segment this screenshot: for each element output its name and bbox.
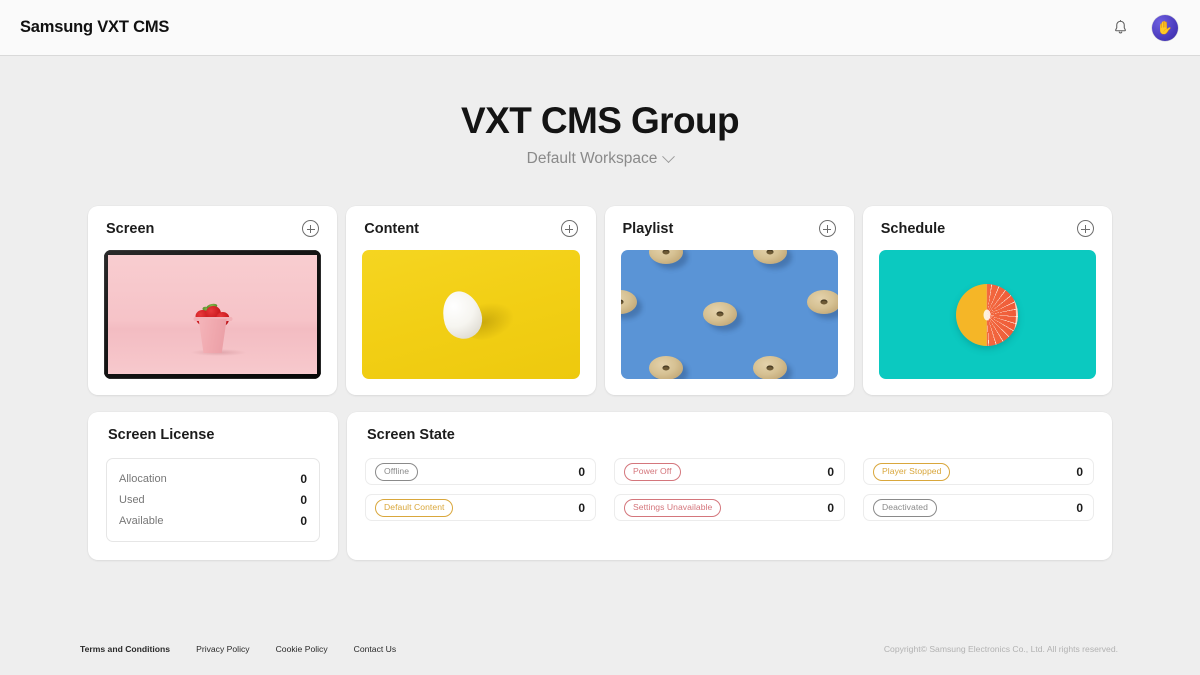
header-actions: ✋	[1108, 14, 1178, 41]
user-avatar[interactable]: ✋	[1152, 14, 1178, 41]
donut	[648, 250, 683, 265]
card-playlist-header: Playlist	[621, 220, 838, 238]
card-screen-thumbnail	[104, 250, 322, 380]
card-content[interactable]: Content	[346, 206, 596, 396]
card-screen-header: Screen	[104, 220, 321, 238]
state-count-player-stopped: 0	[1076, 464, 1083, 479]
panel-screen-license: Screen License Allocation 0 Used 0 Avail…	[88, 412, 338, 561]
screen-state-grid: Offline 0 Power Off 0 Player Stopped 0 D…	[365, 458, 1094, 522]
footer-link-contact[interactable]: Contact Us	[354, 644, 397, 654]
license-label: Allocation	[119, 472, 167, 485]
state-count-settings-unavailable: 0	[827, 500, 834, 515]
tv-screen-image	[108, 255, 318, 375]
card-playlist-title: Playlist	[622, 220, 674, 237]
donut	[752, 356, 787, 380]
card-screen-title: Screen	[106, 220, 155, 237]
pink-pail	[198, 319, 227, 354]
state-count-offline: 0	[578, 464, 585, 479]
chevron-down-icon	[662, 150, 676, 163]
bell-icon	[1114, 19, 1126, 34]
tv-frame	[104, 250, 322, 380]
state-count-default-content: 0	[578, 500, 585, 515]
license-row-allocation: Allocation 0	[119, 468, 307, 489]
avatar-emoji: ✋	[1156, 20, 1174, 35]
card-playlist[interactable]: Playlist	[604, 206, 854, 396]
app-header: Samsung VXT CMS ✋	[0, 0, 1200, 56]
teal-background	[878, 250, 1096, 380]
state-cell-power-off[interactable]: Power Off 0	[614, 458, 845, 486]
workspace-name: Default Workspace	[526, 150, 658, 168]
add-screen-button[interactable]	[302, 220, 320, 238]
panel-screen-state: Screen State Offline 0 Power Off 0 Playe…	[347, 412, 1112, 561]
state-count-deactivated: 0	[1076, 500, 1083, 515]
workspace-selector[interactable]: Default Workspace	[526, 150, 676, 168]
page-footer: Terms and Conditions Privacy Policy Cook…	[0, 623, 1200, 675]
footer-copyright: Copyright© Samsung Electronics Co., Ltd.…	[883, 644, 1118, 654]
blue-background	[620, 250, 838, 380]
license-value: 0	[300, 513, 307, 528]
card-screen[interactable]: Screen	[88, 206, 338, 396]
state-cell-offline[interactable]: Offline 0	[365, 458, 596, 486]
card-playlist-thumbnail	[620, 250, 838, 380]
screen-state-title: Screen State	[367, 427, 455, 444]
grapefruit-half	[956, 283, 1019, 346]
card-schedule-thumbnail	[878, 250, 1096, 380]
card-schedule-title: Schedule	[880, 220, 946, 237]
state-count-power-off: 0	[827, 464, 834, 479]
card-content-thumbnail	[362, 250, 580, 380]
add-content-button[interactable]	[560, 220, 578, 238]
status-badge-offline: Offline	[375, 462, 419, 481]
notification-bell-button[interactable]	[1108, 16, 1132, 40]
license-value: 0	[300, 492, 307, 507]
status-badge-deactivated: Deactivated	[873, 498, 937, 517]
state-cell-default-content[interactable]: Default Content 0	[365, 494, 596, 522]
page-content: VXT CMS Group Default Workspace Screen C…	[0, 56, 1200, 623]
status-badge-player-stopped: Player Stopped	[873, 462, 951, 481]
license-label: Used	[119, 493, 145, 506]
footer-link-cookie[interactable]: Cookie Policy	[276, 644, 328, 654]
state-cell-player-stopped[interactable]: Player Stopped 0	[863, 458, 1094, 486]
license-label: Available	[119, 514, 164, 527]
footer-link-terms[interactable]: Terms and Conditions	[80, 644, 170, 654]
page-body: VXT CMS Group Default Workspace Screen C…	[0, 56, 1200, 675]
license-row-available: Available 0	[119, 510, 307, 531]
status-badge-default-content: Default Content	[375, 498, 454, 517]
status-badge-settings-unavailable: Settings Unavailable	[624, 498, 722, 517]
hero-section: VXT CMS Group Default Workspace	[0, 100, 1200, 168]
card-schedule[interactable]: Schedule	[862, 206, 1112, 396]
grapefruit-segments	[987, 283, 1019, 346]
license-row-used: Used 0	[119, 489, 307, 510]
donut	[702, 302, 737, 327]
yellow-background	[362, 250, 580, 380]
donut	[620, 290, 637, 315]
donut	[806, 290, 838, 315]
state-cell-settings-unavailable[interactable]: Settings Unavailable 0	[614, 494, 845, 522]
status-badge-power-off: Power Off	[624, 462, 681, 481]
screen-license-title: Screen License	[108, 427, 215, 444]
page-title: VXT CMS Group	[461, 100, 740, 141]
card-content-title: Content	[364, 220, 420, 237]
add-schedule-button[interactable]	[1077, 220, 1094, 238]
license-value: 0	[300, 471, 307, 486]
donut	[752, 250, 787, 265]
card-content-header: Content	[362, 220, 579, 238]
footer-link-privacy[interactable]: Privacy Policy	[196, 644, 249, 654]
donut	[648, 356, 683, 380]
grapefruit-core	[983, 309, 991, 321]
app-brand-title: Samsung VXT CMS	[20, 18, 170, 36]
stats-row: Screen License Allocation 0 Used 0 Avail…	[0, 412, 1200, 561]
state-cell-deactivated[interactable]: Deactivated 0	[863, 494, 1094, 522]
card-schedule-header: Schedule	[879, 220, 1096, 238]
screen-license-table: Allocation 0 Used 0 Available 0	[106, 458, 320, 543]
add-playlist-button[interactable]	[818, 220, 836, 238]
shortcut-cards-row: Screen Content Playlist Schedule	[0, 206, 1200, 396]
footer-links: Terms and Conditions Privacy Policy Cook…	[80, 644, 396, 654]
